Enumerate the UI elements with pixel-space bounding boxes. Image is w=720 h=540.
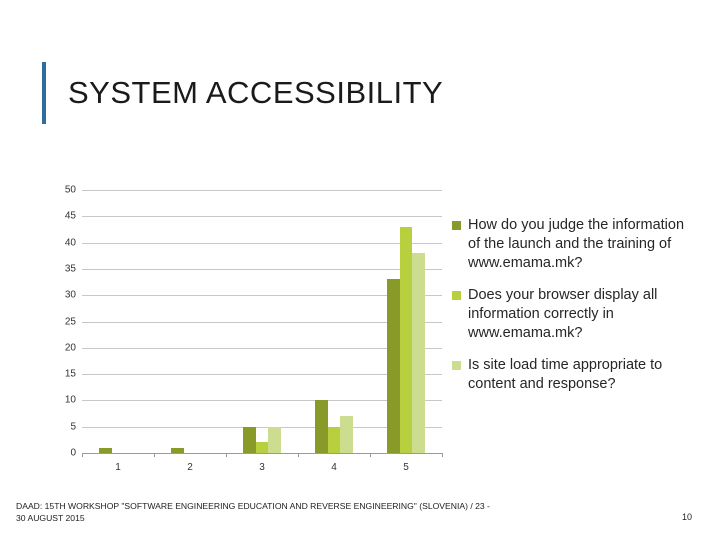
y-axis-tick-label: 5 [70, 421, 76, 433]
legend-swatch-icon [452, 291, 461, 300]
y-axis-tick-label: 15 [64, 368, 76, 380]
legend-item: Does your browser display all informatio… [452, 286, 692, 343]
legend-item-label: How do you judge the information of the … [468, 217, 685, 271]
legend-item-label: Is site load time appropriate to content… [468, 357, 663, 392]
page-title: SYSTEM ACCESSIBILITY [68, 75, 444, 110]
legend-item: How do you judge the information of the … [452, 216, 692, 273]
x-axis-tick-mark [226, 453, 227, 457]
x-axis-tick-label: 2 [187, 462, 193, 473]
x-axis-tick-label: 3 [259, 462, 265, 473]
y-axis-tick-label: 0 [70, 447, 76, 459]
slide-title-block: SYSTEM ACCESSIBILITY [42, 62, 443, 124]
chart-bar [340, 416, 353, 453]
x-axis-tick-mark [154, 453, 155, 457]
chart-bar [327, 426, 341, 453]
chart-plot-area: 0 5 10 15 20 25 30 35 40 45 50 1 2 3 4 5 [65, 185, 443, 473]
footer-line-1: DAAD: 15TH WORKSHOP "SOFTWARE ENGINEERIN… [16, 501, 490, 511]
chart-gridline [82, 216, 442, 218]
legend-swatch-icon [452, 221, 461, 230]
chart-bar [399, 226, 413, 453]
page-number: 10 [681, 512, 692, 522]
legend-item-label: Does your browser display all informatio… [468, 287, 658, 341]
y-axis-tick-label: 20 [64, 342, 76, 354]
x-axis-tick-mark [442, 453, 443, 457]
chart-bar [315, 400, 328, 453]
y-axis-tick-label: 40 [64, 237, 76, 249]
legend-swatch-icon [452, 361, 461, 370]
footer-line-2: 30 AUGUST 2015 [16, 513, 85, 523]
chart-bar [243, 426, 256, 453]
y-axis-tick-label: 25 [64, 316, 76, 327]
y-axis-tick-label: 10 [64, 394, 76, 406]
chart-bar [412, 253, 425, 453]
x-axis-tick-mark [370, 453, 371, 457]
y-axis-tick-label: 30 [64, 289, 76, 301]
title-accent-bar [42, 62, 46, 124]
x-axis-tick-label: 1 [115, 462, 121, 473]
chart-bar [268, 426, 281, 453]
chart-gridline [82, 268, 442, 270]
chart-bar [171, 447, 184, 453]
chart-gridline [82, 190, 442, 191]
x-axis-tick-label: 4 [331, 462, 337, 473]
bar-chart: 0 5 10 15 20 25 30 35 40 45 50 1 2 3 4 5 [52, 182, 443, 478]
y-axis-tick-label: 35 [64, 263, 76, 275]
legend-item: Is site load time appropriate to content… [452, 356, 692, 394]
chart-legend: How do you judge the information of the … [452, 216, 692, 407]
y-axis-tick-label: 50 [64, 184, 76, 196]
chart-bar [387, 279, 400, 453]
chart-bar [99, 447, 112, 453]
chart-gridline [82, 242, 442, 244]
chart-bar [255, 442, 269, 453]
y-axis-tick-label: 45 [64, 210, 76, 222]
slide-footer: DAAD: 15TH WORKSHOP "SOFTWARE ENGINEERIN… [16, 500, 636, 524]
x-axis-tick-mark [298, 453, 299, 457]
x-axis-tick-mark [82, 453, 83, 457]
x-axis-tick-label: 5 [403, 462, 409, 473]
